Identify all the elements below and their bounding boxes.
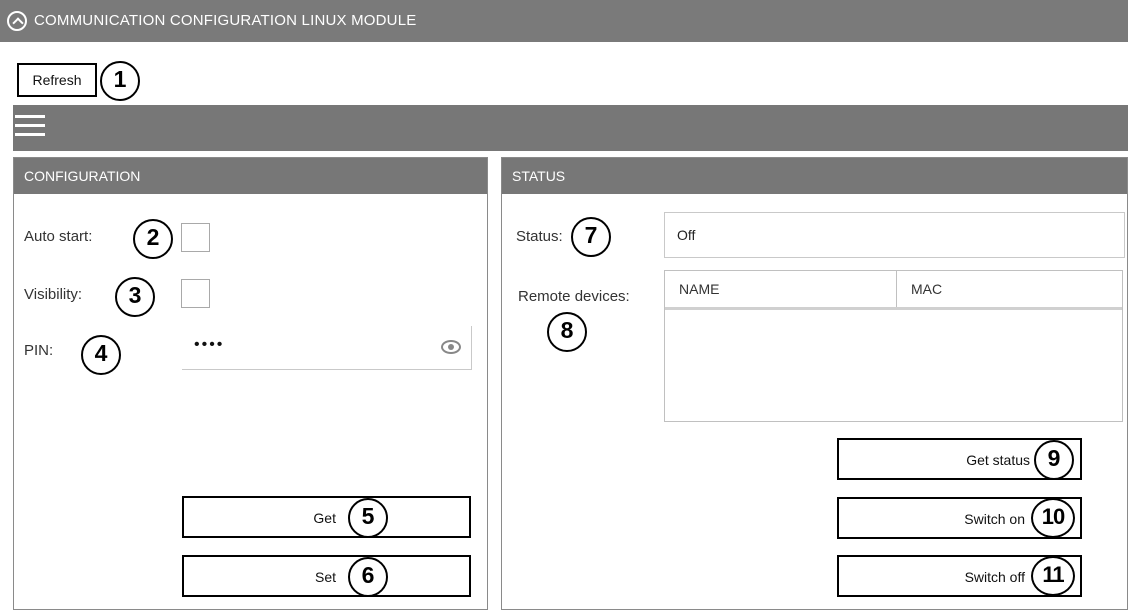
pin-label: PIN:: [24, 342, 54, 359]
get-button-label: Get: [313, 510, 336, 527]
pin-value: ••••: [194, 336, 225, 353]
app-circle-icon: [7, 11, 27, 31]
callout-5: 5: [348, 498, 388, 538]
hamburger-menu-icon[interactable]: [15, 115, 45, 139]
callout-1: 1: [100, 61, 140, 101]
refresh-button[interactable]: Refresh: [17, 63, 97, 97]
switch-on-button-label: Switch on: [964, 511, 1025, 528]
table-header: NAME MAC: [665, 271, 1122, 310]
configuration-panel: CONFIGURATION: [13, 157, 488, 610]
menu-bar: [13, 105, 1128, 151]
set-button-label: Set: [314, 569, 336, 586]
visibility-checkbox[interactable]: [181, 279, 210, 308]
callout-6: 6: [348, 557, 388, 597]
callout-2: 2: [133, 219, 173, 259]
remote-devices-table[interactable]: NAME MAC: [664, 270, 1123, 422]
status-header: STATUS: [502, 158, 1127, 194]
callout-7: 7: [571, 217, 611, 257]
callout-10: 10: [1031, 498, 1075, 538]
status-label: Status:: [516, 228, 563, 245]
status-field: Off: [664, 212, 1125, 258]
eye-icon[interactable]: [441, 340, 461, 354]
remote-devices-label: Remote devices:: [518, 288, 630, 305]
set-button[interactable]: Set: [182, 555, 471, 597]
configuration-header: CONFIGURATION: [14, 158, 487, 194]
callout-9: 9: [1034, 440, 1074, 480]
visibility-label: Visibility:: [24, 286, 83, 303]
callout-11: 11: [1031, 556, 1075, 596]
column-header-mac[interactable]: MAC: [897, 271, 1122, 307]
callout-3: 3: [115, 277, 155, 317]
get-button[interactable]: Get: [182, 496, 471, 538]
switch-off-button-label: Switch off: [964, 569, 1025, 586]
auto-start-checkbox[interactable]: [181, 223, 210, 252]
column-header-name[interactable]: NAME: [665, 271, 897, 307]
get-status-button-label: Get status: [966, 452, 1030, 469]
callout-8: 8: [547, 312, 587, 352]
pin-input[interactable]: [182, 326, 472, 370]
callout-4: 4: [81, 335, 121, 375]
auto-start-label: Auto start:: [24, 228, 93, 245]
window-title: COMMUNICATION CONFIGURATION LINUX MODULE: [34, 12, 417, 29]
